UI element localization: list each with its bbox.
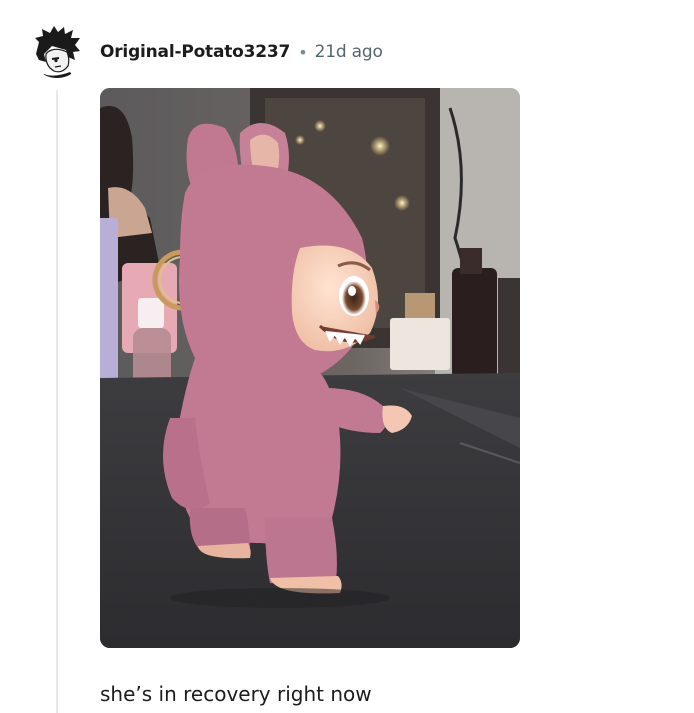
plush-figure-photo: [100, 88, 520, 648]
user-avatar-icon[interactable]: [30, 24, 84, 78]
meta-separator: •: [298, 42, 308, 62]
comment-body: she’s in recovery right now: [100, 682, 372, 706]
comment-image[interactable]: [100, 88, 520, 648]
comment-header: Original-Potato3237 • 21d ago: [100, 38, 383, 66]
thread-line[interactable]: [56, 90, 58, 713]
comment-timestamp: 21d ago: [314, 42, 383, 62]
username-link[interactable]: Original-Potato3237: [100, 42, 290, 62]
comment: Original-Potato3237 • 21d ago she’s in r…: [0, 0, 694, 713]
